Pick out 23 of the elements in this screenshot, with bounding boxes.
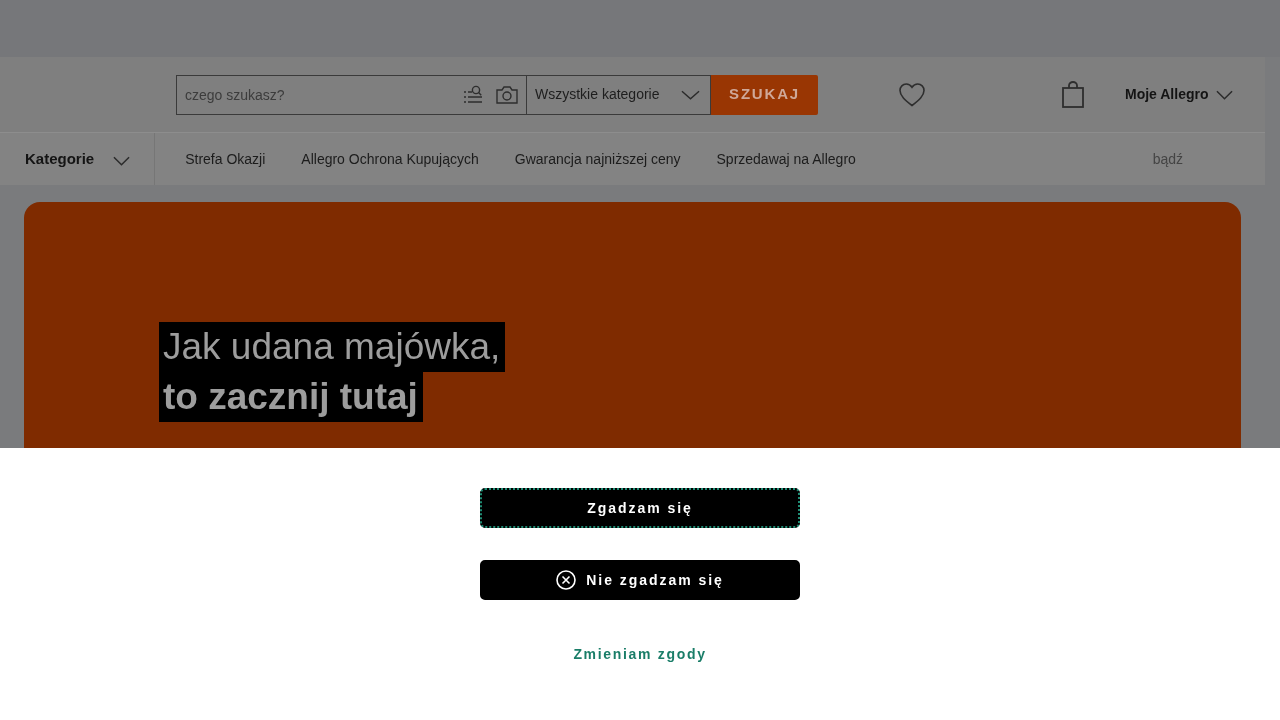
camera-icon[interactable] bbox=[496, 85, 518, 104]
category-select[interactable]: Wszystkie kategorie bbox=[527, 74, 711, 115]
account-menu[interactable]: Moje Allegro bbox=[1125, 84, 1233, 105]
change-consent-link[interactable]: Zmieniam zgody bbox=[573, 644, 707, 665]
nav-link[interactable]: Allegro Ochrona Kupujących bbox=[301, 148, 479, 170]
chevron-down-icon bbox=[681, 89, 700, 100]
reject-button[interactable]: Nie zgadzam się bbox=[480, 560, 800, 600]
accept-button[interactable]: Zgadzam się bbox=[480, 488, 800, 528]
close-circle-icon bbox=[556, 570, 577, 590]
nav-link[interactable]: Strefa Okazji bbox=[185, 148, 266, 170]
banner-heading: Jak udana majówka, bbox=[159, 322, 506, 372]
nav-link[interactable]: Sprzedawaj na Allegro bbox=[716, 148, 856, 170]
categories-menu[interactable]: Kategorie bbox=[0, 133, 156, 185]
list-search-icon[interactable] bbox=[463, 84, 483, 105]
nav-link[interactable]: Gwarancja najniższej ceny bbox=[514, 148, 681, 170]
chevron-down-icon bbox=[113, 155, 131, 166]
chevron-down-icon bbox=[1215, 89, 1233, 100]
search-field[interactable]: czego szukasz? bbox=[176, 74, 527, 115]
heart-icon[interactable] bbox=[899, 82, 925, 107]
banner-heading: to zacznij tutaj bbox=[159, 372, 423, 422]
nav-text: bądź bbox=[1152, 149, 1183, 169]
shopping-bag-icon[interactable] bbox=[1062, 81, 1084, 108]
search-button[interactable]: SZUKAJ bbox=[711, 74, 818, 115]
